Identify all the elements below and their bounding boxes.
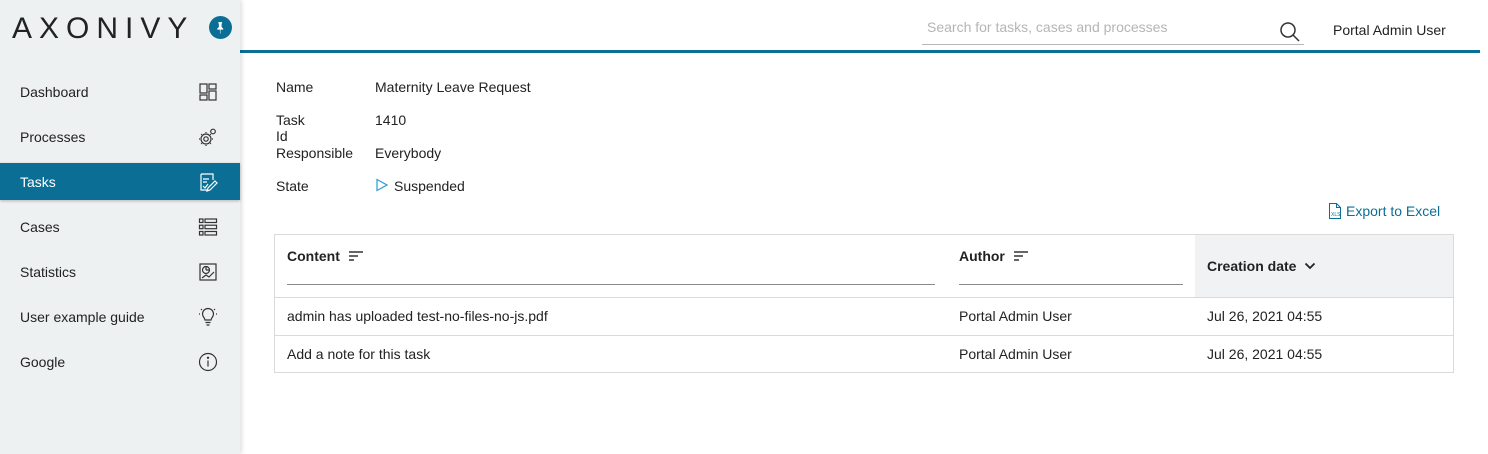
- tasks-icon: [198, 172, 218, 192]
- statistics-icon: [198, 262, 218, 282]
- sidebar-item-google[interactable]: Google: [0, 343, 240, 380]
- sidebar-nav: Dashboard Processes Tasks Cases Statisti…: [0, 73, 240, 388]
- pin-icon[interactable]: [209, 16, 232, 39]
- column-header-label: Author: [959, 248, 1029, 264]
- detail-label: State: [276, 178, 309, 194]
- top-bar: Portal Admin User: [240, 0, 1480, 53]
- column-header-label: Creation date: [1207, 258, 1316, 274]
- column-filter-line[interactable]: [287, 284, 935, 285]
- task-id: 1410: [375, 112, 407, 128]
- task-state: Suspended: [375, 178, 465, 194]
- sidebar: AXONIVY Dashboard Processes Tasks Cases …: [0, 0, 240, 454]
- chevron-down-icon: [1305, 262, 1316, 270]
- suspended-play-icon: [375, 178, 389, 192]
- sidebar-item-tasks[interactable]: Tasks: [0, 163, 240, 200]
- sidebar-item-label: Google: [20, 353, 66, 370]
- note-creation-date: Jul 26, 2021 04:55: [1207, 308, 1323, 324]
- detail-label: Name: [276, 79, 314, 95]
- column-header-text: Creation date: [1207, 258, 1297, 274]
- sidebar-item-label: Dashboard: [20, 83, 89, 100]
- note-content: admin has uploaded test-no-files-no-js.p…: [287, 308, 548, 324]
- note-creation-date: Jul 26, 2021 04:55: [1207, 346, 1323, 362]
- sidebar-item-label: Tasks: [20, 173, 56, 190]
- processes-gears-icon: [198, 127, 218, 147]
- detail-label: Task Id: [276, 112, 305, 144]
- app: AXONIVY Dashboard Processes Tasks Cases …: [0, 0, 1488, 454]
- cases-list-icon: [198, 217, 218, 237]
- sidebar-item-user-example-guide[interactable]: User example guide: [0, 298, 240, 335]
- excel-file-icon: XLS: [1328, 203, 1342, 219]
- table-row[interactable]: admin has uploaded test-no-files-no-js.p…: [275, 298, 1453, 335]
- sidebar-item-statistics[interactable]: Statistics: [0, 253, 240, 290]
- task-name: Maternity Leave Request: [375, 79, 531, 95]
- sidebar-item-cases[interactable]: Cases: [0, 208, 240, 245]
- task-notes-table: Content Author Creation date admin has u…: [274, 234, 1454, 373]
- column-filter-line[interactable]: [959, 284, 1183, 285]
- sidebar-item-label: Cases: [20, 218, 60, 235]
- sidebar-item-dashboard[interactable]: Dashboard: [0, 73, 240, 110]
- search-icon[interactable]: [1279, 21, 1301, 43]
- table-row[interactable]: Add a note for this task Portal Admin Us…: [275, 335, 1453, 372]
- table-header: Content Author Creation date: [275, 235, 1453, 298]
- column-header-author[interactable]: Author: [947, 235, 1195, 297]
- sort-icon[interactable]: [348, 250, 364, 262]
- column-header-creation-date[interactable]: Creation date: [1195, 235, 1453, 297]
- task-state-label: Suspended: [394, 178, 465, 194]
- column-header-text: Author: [959, 248, 1005, 264]
- info-icon: [198, 352, 218, 372]
- search-input[interactable]: [927, 19, 1267, 35]
- dashboard-icon: [198, 82, 218, 102]
- detail-label: Responsible: [276, 145, 354, 161]
- column-header-text: Content: [287, 248, 340, 264]
- export-to-excel-link[interactable]: XLS Export to Excel: [1328, 203, 1440, 219]
- sidebar-item-label: Statistics: [20, 263, 77, 280]
- task-responsible: Everybody: [375, 145, 442, 161]
- global-search: [922, 16, 1304, 45]
- sidebar-item-label: Processes: [20, 128, 86, 145]
- note-author: Portal Admin User: [959, 346, 1072, 362]
- lightbulb-icon: [198, 307, 218, 327]
- sidebar-item-label: User example guide: [20, 308, 145, 325]
- note-author: Portal Admin User: [959, 308, 1072, 324]
- column-header-label: Content: [287, 248, 364, 264]
- column-header-content[interactable]: Content: [275, 235, 947, 297]
- user-menu[interactable]: Portal Admin User: [1333, 22, 1446, 38]
- sidebar-item-processes[interactable]: Processes: [0, 118, 240, 155]
- export-label: Export to Excel: [1346, 203, 1441, 219]
- svg-text:XLS: XLS: [1331, 212, 1341, 218]
- note-content: Add a note for this task: [287, 346, 431, 362]
- logo-row: AXONIVY: [0, 0, 240, 60]
- axonivy-logo[interactable]: AXONIVY: [12, 12, 194, 46]
- sort-icon[interactable]: [1013, 250, 1029, 262]
